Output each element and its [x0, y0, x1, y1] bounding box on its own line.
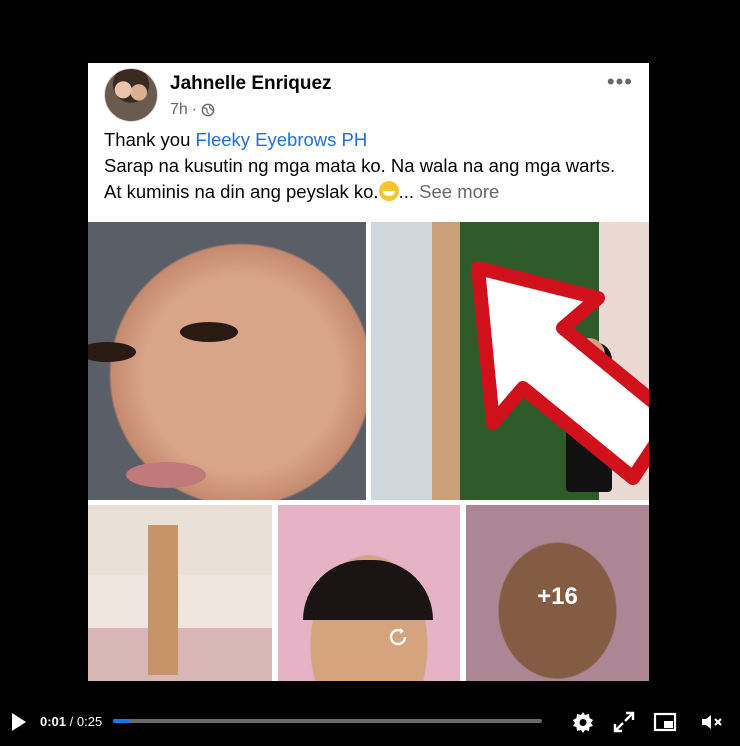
lips-shape: [126, 462, 206, 488]
hair-shape: [303, 560, 433, 620]
mute-icon[interactable]: [700, 710, 724, 734]
post-text: Thank you Fleeky Eyebrows PH Sarap na ku…: [104, 127, 634, 205]
mention-link[interactable]: Fleeky Eyebrows PH: [196, 129, 368, 150]
photo-more[interactable]: +16: [466, 505, 649, 681]
photo-treatment[interactable]: [278, 505, 460, 681]
photo-salon-interior[interactable]: [88, 505, 272, 681]
see-more-link[interactable]: See more: [419, 181, 499, 202]
text-ellipsis: ...: [398, 181, 414, 202]
video-controls: 0:01 / 0:25: [0, 700, 740, 746]
grinning-sweat-emoji-icon: [378, 181, 399, 201]
picture-in-picture-icon[interactable]: [653, 710, 677, 734]
post-options-button[interactable]: •••: [607, 69, 633, 95]
eye-shape: [180, 322, 238, 342]
settings-icon[interactable]: [571, 710, 595, 734]
text-body: Sarap na kusutin ng mga mata ko. Na wala…: [104, 155, 616, 202]
wood-panel-shape: [148, 525, 178, 675]
more-photos-count: +16: [537, 583, 578, 610]
progress-bar[interactable]: [113, 719, 542, 723]
meta-separator: ·: [191, 101, 198, 118]
photo-face-closeup[interactable]: [88, 222, 366, 500]
progress-fill: [113, 719, 131, 723]
globe-icon: [201, 103, 215, 117]
current-time: 0:01: [40, 714, 67, 729]
time-separator: /: [66, 714, 77, 729]
eye-shape: [88, 342, 136, 362]
author-name: Jahnelle Enriquez: [170, 73, 332, 94]
play-icon[interactable]: [10, 712, 28, 732]
time-display: 0:01 / 0:25: [40, 714, 102, 729]
post-time: 7h: [170, 101, 188, 118]
facebook-post-card: Jahnelle Enriquez 7h · ••• Thank you Fle…: [88, 63, 649, 681]
reload-icon: [389, 628, 407, 646]
red-arrow-icon: [471, 261, 649, 485]
text-prefix: Thank you: [104, 129, 196, 150]
fullscreen-icon[interactable]: [612, 710, 636, 734]
video-frame[interactable]: Jahnelle Enriquez 7h · ••• Thank you Fle…: [0, 0, 740, 700]
author-avatar: [104, 68, 158, 122]
duration: 0:25: [76, 714, 103, 729]
post-meta: 7h ·: [170, 101, 215, 119]
